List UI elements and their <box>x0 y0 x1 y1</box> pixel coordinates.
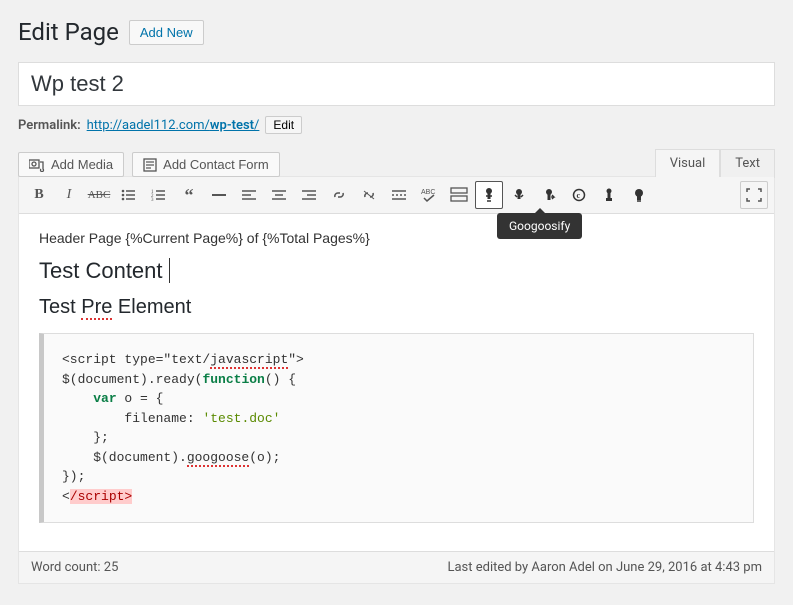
permalink-label: Permalink: <box>18 118 81 133</box>
content-heading-2[interactable]: Test Pre Element <box>39 296 754 319</box>
page-title: Edit Page <box>18 18 119 46</box>
permalink-row: Permalink: http://aadel112.com/wp-test/ … <box>18 116 775 134</box>
svg-text:3: 3 <box>151 198 154 202</box>
toolbar-toggle-button[interactable] <box>445 181 473 209</box>
page-header: Edit Page Add New <box>18 18 775 46</box>
bold-button[interactable]: B <box>25 181 53 209</box>
add-contact-form-label: Add Contact Form <box>163 157 269 172</box>
post-title-input[interactable] <box>18 62 775 106</box>
align-left-button[interactable] <box>235 181 263 209</box>
code-block[interactable]: <script type="text/javascript"> $(docume… <box>39 333 754 523</box>
plugin-forward-button[interactable] <box>535 181 563 209</box>
permalink-slug[interactable]: wp-test <box>210 118 254 133</box>
plugin-hide-button[interactable] <box>505 181 533 209</box>
permalink-trail[interactable]: / <box>254 118 259 133</box>
blockquote-button[interactable]: “ <box>175 181 203 209</box>
italic-button[interactable]: I <box>55 181 83 209</box>
strikethrough-button[interactable]: ABC <box>85 181 113 209</box>
fullscreen-button[interactable] <box>740 181 768 209</box>
numbered-list-button[interactable]: 123 <box>145 181 173 209</box>
content-header-line[interactable]: Header Page {%Current Page%} of {%Total … <box>39 230 754 246</box>
bullet-list-button[interactable] <box>115 181 143 209</box>
add-media-button[interactable]: Add Media <box>18 152 124 177</box>
link-button[interactable] <box>325 181 353 209</box>
plugin-lightbulb-button[interactable] <box>625 181 653 209</box>
tab-visual[interactable]: Visual <box>655 149 721 178</box>
text-cursor <box>163 258 170 283</box>
tab-text[interactable]: Text <box>720 149 775 178</box>
permalink-link-wrap[interactable]: http://aadel112.com/wp-test/ <box>87 118 260 133</box>
permalink-edit-button[interactable]: Edit <box>265 116 302 134</box>
editor-footer: Word count: 25 Last edited by Aaron Adel… <box>19 551 774 583</box>
add-media-label: Add Media <box>51 157 113 172</box>
horizontal-rule-button[interactable] <box>205 181 233 209</box>
editor-content[interactable]: Header Page {%Current Page%} of {%Total … <box>19 214 774 551</box>
align-right-button[interactable] <box>295 181 323 209</box>
word-count: Word count: 25 <box>31 560 118 575</box>
tooltip-googoosify: Googoosify <box>497 213 582 239</box>
read-more-button[interactable] <box>385 181 413 209</box>
editor-tabs: Visual Text <box>655 148 775 177</box>
svg-text:c: c <box>577 191 581 200</box>
editor-wrap: B I ABC 123 “ ABC <box>18 176 775 584</box>
content-heading-1[interactable]: Test Content <box>39 258 754 284</box>
googoosify-button[interactable] <box>475 181 503 209</box>
spellcheck-button[interactable]: ABC <box>415 181 443 209</box>
camera-music-icon <box>29 158 45 172</box>
unlink-button[interactable] <box>355 181 383 209</box>
plugin-copyright-button[interactable]: c <box>565 181 593 209</box>
align-center-button[interactable] <box>265 181 293 209</box>
editor-toolbar: B I ABC 123 “ ABC <box>19 177 774 214</box>
permalink-base[interactable]: http://aadel112.com/ <box>87 118 210 133</box>
form-icon <box>143 158 157 172</box>
add-new-button[interactable]: Add New <box>129 20 204 45</box>
editor-top-row: Add Media Add Contact Form Visual Text <box>18 148 775 177</box>
media-buttons: Add Media Add Contact Form <box>18 152 280 177</box>
spell-error: Pre <box>81 296 112 320</box>
last-edited: Last edited by Aaron Adel on June 29, 20… <box>447 560 762 575</box>
plugin-tag-button[interactable] <box>595 181 623 209</box>
add-contact-form-button[interactable]: Add Contact Form <box>132 152 280 177</box>
